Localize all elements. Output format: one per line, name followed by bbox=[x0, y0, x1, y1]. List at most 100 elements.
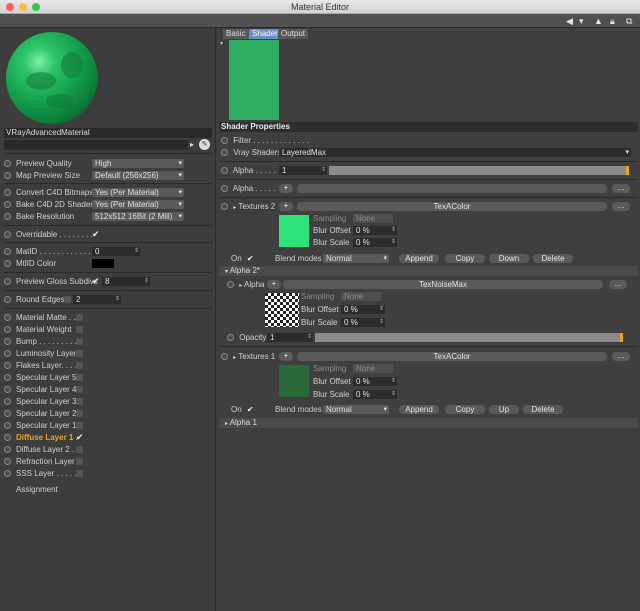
keyframe-dot-icon[interactable] bbox=[4, 201, 11, 209]
layer-enable-checkbox[interactable] bbox=[76, 350, 83, 357]
delete-button[interactable]: Delete bbox=[523, 405, 563, 414]
keyframe-dot-icon[interactable] bbox=[4, 248, 11, 256]
alpha1-section-header[interactable]: ▸ Alpha 1 bbox=[219, 418, 638, 428]
layer-enable-checkbox[interactable] bbox=[76, 338, 83, 345]
layer-label[interactable]: SSS Layer . . . . . bbox=[16, 468, 76, 479]
vray-shaders-select[interactable]: LayeredMax bbox=[279, 148, 631, 157]
on-checkbox[interactable]: ✔ bbox=[247, 405, 254, 414]
layer-enable-checkbox[interactable] bbox=[76, 386, 83, 393]
keyframe-dot-icon[interactable] bbox=[4, 160, 11, 168]
keyframe-dot-icon[interactable] bbox=[4, 410, 11, 418]
layer-label[interactable]: Luminosity Layer bbox=[16, 348, 76, 359]
keyframe-dot-icon[interactable] bbox=[227, 281, 234, 289]
keyframe-dot-icon[interactable] bbox=[227, 334, 234, 342]
layer-enable-checkbox[interactable] bbox=[76, 314, 83, 321]
copy-button[interactable]: Copy bbox=[445, 405, 485, 414]
blur-scale-input[interactable]: 0 % bbox=[341, 318, 385, 327]
layer-label[interactable]: Flakes Layer. . . . . bbox=[16, 360, 81, 371]
keyframe-dot-icon[interactable] bbox=[4, 434, 11, 442]
layer-label[interactable]: Specular Layer 3 bbox=[16, 396, 76, 407]
assignment-label[interactable]: Assignment bbox=[16, 484, 58, 495]
keyframe-dot-icon[interactable] bbox=[4, 314, 11, 322]
opacity-input[interactable]: 1 bbox=[267, 333, 313, 342]
keyframe-dot-icon[interactable] bbox=[4, 213, 11, 221]
layer-label[interactable]: Refraction Layer bbox=[16, 456, 75, 467]
keyframe-dot-icon[interactable] bbox=[221, 167, 228, 175]
blend-modes-select[interactable]: Normal bbox=[323, 405, 389, 414]
layer-label[interactable]: Diffuse Layer 2 . . bbox=[16, 444, 79, 455]
keyframe-dot-icon[interactable] bbox=[221, 149, 228, 157]
blur-offset-input[interactable]: 0 % bbox=[341, 305, 385, 314]
texture-color-swatch[interactable] bbox=[279, 215, 309, 247]
alpha-shader-slot[interactable] bbox=[297, 184, 607, 193]
layer-enable-checkbox[interactable] bbox=[76, 374, 83, 381]
layer-label[interactable]: Material Matte . . . bbox=[16, 312, 80, 323]
keyframe-dot-icon[interactable] bbox=[4, 296, 11, 304]
blur-scale-input[interactable]: 0 % bbox=[353, 238, 397, 247]
layer-enable-checkbox[interactable] bbox=[76, 362, 83, 369]
keyframe-dot-icon[interactable] bbox=[4, 189, 11, 197]
alpha-more-button[interactable]: ... bbox=[612, 184, 630, 193]
keyframe-dot-icon[interactable] bbox=[4, 470, 11, 478]
keyframe-dot-icon[interactable] bbox=[4, 386, 11, 394]
tab-output[interactable]: Output bbox=[278, 29, 309, 39]
keyframe-dot-icon[interactable] bbox=[4, 458, 11, 466]
textures2-more-button[interactable]: ... bbox=[612, 202, 630, 211]
keyframe-dot-icon[interactable] bbox=[221, 353, 228, 361]
bake-2d-shaders-select[interactable]: Yes (Per Material) bbox=[92, 200, 184, 209]
down-button[interactable]: Down bbox=[489, 254, 529, 263]
material-tool-icon[interactable]: ✎ bbox=[199, 139, 210, 150]
blur-scale-input[interactable]: 0 % bbox=[353, 390, 397, 399]
alpha2-section-header[interactable]: ▾ Alpha 2* bbox=[219, 266, 638, 276]
expand-arrow-icon[interactable]: ▸ bbox=[233, 355, 236, 361]
material-preview-sphere[interactable] bbox=[6, 32, 98, 124]
keyframe-dot-icon[interactable] bbox=[4, 350, 11, 358]
layer-enable-checkbox[interactable] bbox=[76, 422, 83, 429]
new-window-icon[interactable]: ⧉ bbox=[626, 16, 632, 26]
add-noise-button[interactable]: + bbox=[267, 280, 281, 289]
blur-offset-input[interactable]: 0 % bbox=[353, 377, 397, 386]
layer-enable-checkbox[interactable] bbox=[76, 446, 83, 453]
sampling-select[interactable]: None bbox=[341, 292, 381, 301]
layer-label[interactable]: Specular Layer 4 bbox=[16, 384, 76, 395]
overridable-checkbox[interactable]: ✔ bbox=[92, 229, 100, 240]
keyframe-dot-icon[interactable] bbox=[4, 362, 11, 370]
layer-enable-checkbox[interactable] bbox=[76, 470, 83, 477]
layer-label[interactable]: Specular Layer 2 bbox=[16, 408, 76, 419]
layer-label[interactable]: Specular Layer 1 bbox=[16, 420, 76, 431]
keyframe-dot-icon[interactable] bbox=[4, 278, 11, 286]
textures2-shader-slot[interactable]: TexAColor bbox=[297, 202, 607, 211]
matid-input[interactable]: 0 bbox=[92, 247, 140, 256]
layer-enable-checkbox[interactable] bbox=[76, 326, 83, 333]
keyframe-dot-icon[interactable] bbox=[4, 422, 11, 430]
noise-more-button[interactable]: ... bbox=[609, 280, 627, 289]
keyframe-dot-icon[interactable] bbox=[4, 231, 11, 239]
layer-label[interactable]: Specular Layer 5 bbox=[16, 372, 76, 383]
keyframe-dot-icon[interactable] bbox=[221, 203, 228, 211]
alpha-slider[interactable] bbox=[329, 166, 629, 175]
shader-preview-swatch[interactable] bbox=[229, 40, 279, 120]
layer-label[interactable]: Diffuse Layer 1 . bbox=[16, 432, 78, 443]
preview-quality-select[interactable]: High bbox=[92, 159, 184, 168]
sampling-select[interactable]: None bbox=[353, 364, 393, 373]
textures1-more-button[interactable]: ... bbox=[612, 352, 630, 361]
keyframe-dot-icon[interactable] bbox=[4, 374, 11, 382]
material-name-field[interactable]: VRayAdvancedMaterial bbox=[4, 128, 212, 138]
delete-button[interactable]: Delete bbox=[533, 254, 573, 263]
expand-arrow-icon[interactable]: ▸ bbox=[239, 283, 242, 289]
append-button[interactable]: Append bbox=[399, 405, 439, 414]
opacity-slider-handle[interactable] bbox=[620, 333, 623, 342]
material-extra-field[interactable] bbox=[4, 140, 188, 150]
keyframe-dot-icon[interactable] bbox=[4, 398, 11, 406]
convert-bitmaps-select[interactable]: Yes (Per Material) bbox=[92, 188, 184, 197]
up-button[interactable]: Up bbox=[489, 405, 519, 414]
keyframe-dot-icon[interactable] bbox=[4, 172, 11, 180]
shader-properties-header[interactable]: Shader Properties bbox=[219, 122, 638, 132]
keyframe-dot-icon[interactable] bbox=[221, 185, 228, 193]
gloss-subdivs-checkbox[interactable]: ✔ bbox=[92, 276, 100, 287]
copy-button[interactable]: Copy bbox=[445, 254, 485, 263]
opacity-slider[interactable] bbox=[315, 333, 622, 342]
layer-enable-checkbox[interactable] bbox=[76, 398, 83, 405]
alpha-slider-handle[interactable] bbox=[626, 166, 629, 175]
sampling-select[interactable]: None bbox=[353, 214, 393, 223]
